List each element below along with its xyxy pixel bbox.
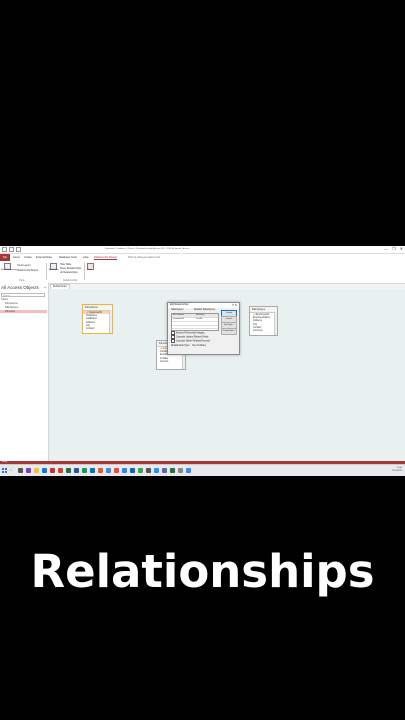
app-icon[interactable] [178,468,183,473]
app-icon[interactable] [98,468,103,473]
app-icon[interactable] [114,468,119,473]
taskbar-clock[interactable]: 10:47 11/11/2022 [392,467,402,473]
redo-icon[interactable] [16,247,21,252]
navigation-pane: All Access Objects « Search... Tables tb… [0,283,49,461]
relationship-report-button[interactable]: Relationship Report [17,269,38,272]
app-icon[interactable] [154,468,159,473]
table-field[interactable]: Amount [157,360,185,363]
tab-home[interactable]: Home [13,256,20,259]
app-icon[interactable] [122,468,127,473]
create-new-button[interactable]: Create New... [221,328,237,335]
table-field[interactable]: Currency [250,329,277,332]
app-icon[interactable] [170,468,175,473]
edit-relationships-dialog: Edit Relationships ? ✕ Table/Query: Rela… [167,302,240,355]
app-icon[interactable] [186,468,191,473]
close-relationships-button[interactable]: Close [87,269,92,271]
cascade-delete-checkbox[interactable]: Cascade Delete Related Records [171,339,210,343]
powerpoint-icon[interactable] [58,468,63,473]
window-controls: — ❐ ✕ [384,247,403,251]
quick-access-toolbar [2,247,21,252]
field-mapping-grid[interactable]: tblCustomer tblInvoice CustomerID CustID [171,313,219,331]
nav-item-tblemployee[interactable]: tblEmployee [5,306,18,309]
clear-layout-button[interactable]: Clear Layout [17,264,31,267]
tab-external-data[interactable]: External Data [36,256,52,259]
nav-group-tables[interactable]: Tables [1,298,8,301]
hide-table-button[interactable]: Hide Table [60,263,71,266]
close-icon[interactable]: ✕ [234,303,237,307]
undo-icon[interactable] [9,247,14,252]
edge-icon[interactable] [42,468,47,473]
taskbar: ⌕ 10:47 11/11/2022 [0,464,405,476]
file-explorer-icon[interactable] [34,468,39,473]
table-box-scrollbar[interactable] [109,310,112,333]
add-tables-button[interactable]: Add Tables [49,269,59,271]
dialog-title[interactable]: Edit Relationships [168,303,239,308]
shutter-bar-icon[interactable]: « [44,285,46,289]
outlook-icon[interactable] [90,468,95,473]
direct-relationships-button[interactable]: Direct Relationships [60,267,81,270]
table-query-label: Table/Query: [171,309,185,311]
video-caption: Relationships [30,545,375,598]
app-icon[interactable] [162,468,167,473]
app-icon[interactable] [138,468,143,473]
ribbon-separator [84,263,85,280]
table-box-tblemployee[interactable]: tblEmployee EmployeeID EmployeeName Addr… [249,306,278,336]
save-icon[interactable] [2,247,7,252]
taskbar-search-icon[interactable]: ⌕ [10,468,12,472]
all-relationships-button[interactable]: All Relationships [60,271,78,274]
chrome-icon[interactable] [106,468,111,473]
tab-database-tools[interactable]: Database Tools [59,256,77,259]
table-box-tblcustomer[interactable]: tblCustomer CustomerID FirstName LastNam… [82,304,113,334]
window-title: Database4 : Database- C:\Users\...\Datab… [105,248,190,250]
group-label-tools: Tools [19,279,25,282]
tab-create[interactable]: Create [24,256,32,259]
app-icon[interactable] [82,468,87,473]
excel-icon[interactable] [66,468,71,473]
ribbon: Edit Relationships Clear Layout Relation… [0,261,405,284]
grid-row[interactable] [172,325,218,330]
ribbon-separator [46,263,47,280]
relationship-type-value: One-To-Many [192,345,206,347]
table-field[interactable]: Contact [83,327,112,330]
tab-relationship-design[interactable]: Relationship Design [94,256,118,260]
tell-me-search[interactable]: Tell me what you want to do [128,256,160,259]
app-icon[interactable] [130,468,135,473]
nav-item-tblcustomer[interactable]: tblCustomer [5,302,18,305]
dialog-controls: ? ✕ [232,303,237,308]
nav-pane-header[interactable]: All Access Objects [1,285,39,290]
close-window-button[interactable]: ✕ [400,247,403,251]
tab-file[interactable]: File [0,254,10,261]
relationship-type-label: Relationship Type: [171,345,190,347]
task-view-icon[interactable] [18,468,23,473]
tab-help[interactable]: Help [83,256,88,259]
related-table-label: Related Table/Query: [194,309,216,311]
windows-start-icon[interactable] [2,468,7,473]
app-window: Database4 : Database- C:\Users\...\Datab… [0,246,405,476]
nav-item-tblinvoice[interactable]: tblInvoice [0,310,47,313]
clock-date: 11/11/2022 [392,470,402,472]
ribbon-tabs: File Home Create External Data Database … [0,254,405,261]
access-icon[interactable] [50,468,55,473]
app-icon[interactable] [146,468,151,473]
table-box-scrollbar[interactable] [274,312,277,335]
nav-search-input[interactable]: Search... [1,293,45,297]
maximize-button[interactable]: ❐ [392,247,396,251]
edit-relationships-button[interactable]: Edit Relationships [1,269,17,271]
minimize-button[interactable]: — [384,247,388,251]
group-label-relationships: Relationships [63,279,78,282]
title-bar: Database4 : Database- C:\Users\...\Datab… [0,246,405,254]
teams-icon[interactable] [26,468,31,473]
word-icon[interactable] [74,468,79,473]
